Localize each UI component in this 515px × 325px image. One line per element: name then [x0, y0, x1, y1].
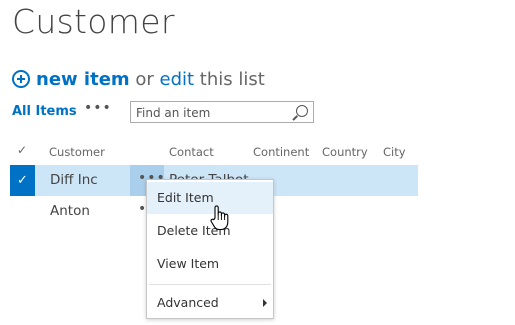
search-icon[interactable]: [296, 105, 308, 117]
menu-separator: [149, 284, 271, 285]
new-item-link[interactable]: new item: [12, 69, 130, 90]
context-menu: Edit Item Delete Item View Item Advanced: [146, 179, 274, 319]
menu-item-advanced[interactable]: Advanced: [147, 287, 273, 319]
hand-cursor-icon: [210, 205, 229, 231]
column-header-contact[interactable]: Contact: [169, 145, 214, 159]
cell-customer[interactable]: Anton: [50, 203, 90, 219]
menu-item-view[interactable]: View Item: [147, 248, 273, 280]
view-all-items[interactable]: All Items: [12, 104, 77, 119]
edit-list-link[interactable]: edit: [160, 69, 195, 90]
row-checkmark-icon[interactable]: ✓: [10, 165, 35, 196]
this-list-text: this list: [194, 69, 265, 90]
cell-customer[interactable]: Diff Inc: [50, 172, 98, 188]
select-all-checkmark-icon[interactable]: ✓: [17, 143, 27, 157]
page-title: Customer: [12, 2, 175, 41]
view-more-button[interactable]: •••: [84, 100, 112, 116]
new-item-label: new item: [36, 69, 130, 90]
search-box: [130, 101, 314, 123]
column-header-city[interactable]: City: [383, 145, 406, 159]
menu-item-advanced-label: Advanced: [157, 295, 219, 310]
column-header-country[interactable]: Country: [322, 145, 368, 159]
column-header-customer[interactable]: Customer: [49, 145, 105, 159]
search-input[interactable]: [131, 103, 296, 123]
action-line: new item or edit this list: [12, 68, 265, 92]
plus-circle-icon: [12, 70, 30, 88]
or-text: or: [129, 69, 160, 90]
submenu-arrow-icon: [263, 299, 267, 307]
column-header-continent[interactable]: Continent: [253, 145, 309, 159]
